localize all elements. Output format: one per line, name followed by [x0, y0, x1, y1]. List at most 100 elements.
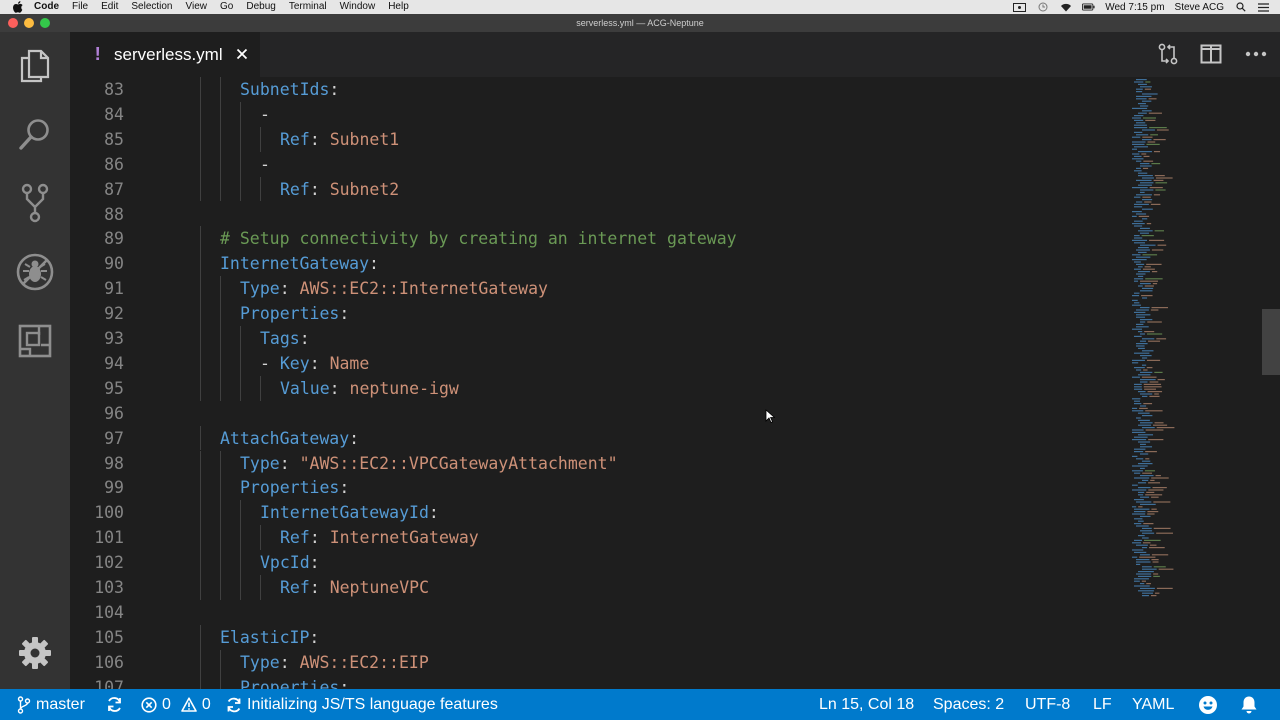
code-line[interactable]: 87 Ref: Subnet2 [70, 177, 1130, 202]
code-line[interactable]: 99 Properties: [70, 475, 1130, 500]
minimap-line [1149, 547, 1165, 549]
minimap-line [1136, 343, 1148, 345]
menu-file[interactable]: File [72, 0, 88, 14]
search-icon[interactable] [13, 112, 57, 156]
code-line[interactable]: 100 InternetGatewayId: [70, 500, 1130, 525]
notification-center-icon[interactable] [1257, 2, 1270, 12]
code-line[interactable]: 93 Tags: [70, 326, 1130, 351]
code-line[interactable]: 105 ElasticIP: [70, 625, 1130, 650]
code-line[interactable]: 106 Type: AWS::EC2::EIP [70, 650, 1130, 675]
minimap-line [1134, 203, 1149, 205]
minimap-line [1134, 81, 1144, 83]
scrollbar-thumb[interactable] [1262, 309, 1280, 375]
menu-selection[interactable]: Selection [131, 0, 172, 14]
close-icon[interactable] [234, 46, 250, 62]
code-line[interactable]: 95 Value: neptune-igw [70, 376, 1130, 401]
language-service-status[interactable]: Initializing JS/TS language features [226, 689, 498, 720]
zoom-window-icon[interactable] [40, 18, 50, 28]
minimap-line [1140, 227, 1150, 229]
code-line[interactable]: 107 Properties: [70, 675, 1130, 689]
minimap-line [1157, 379, 1165, 381]
tab-serverless-yml[interactable]: ! serverless.yml [70, 32, 260, 77]
settings-gear-icon[interactable] [13, 631, 57, 675]
code-line[interactable]: 83 SubnetIds: [70, 77, 1130, 102]
minimap-line [1134, 278, 1144, 280]
code-line[interactable]: 89 # Setup connectivity by creating an in… [70, 226, 1130, 251]
menu-window[interactable]: Window [340, 0, 376, 14]
code-editor[interactable]: 83 SubnetIds: 84 - 85 Ref: Subnet1 86 - 87 Ref: S… [70, 77, 1280, 689]
end-of-line[interactable]: LF [1093, 689, 1112, 720]
minimap-line [1142, 268, 1155, 270]
spotlight-search-icon[interactable] [1234, 2, 1247, 12]
more-actions-icon[interactable] [1242, 40, 1270, 68]
code-line[interactable]: 88 [70, 202, 1130, 227]
menu-help[interactable]: Help [388, 0, 409, 14]
code-line[interactable]: 90 InternetGateway: [70, 251, 1130, 276]
menu-debug[interactable]: Debug [246, 0, 275, 14]
indentation[interactable]: Spaces: 2 [933, 689, 1004, 720]
file-encoding[interactable]: UTF-8 [1025, 689, 1070, 720]
cursor-position[interactable]: Ln 15, Col 18 [819, 689, 914, 720]
minimap-line [1134, 383, 1142, 385]
code-token: : [369, 254, 379, 274]
menu-view[interactable]: View [186, 0, 208, 14]
minimap-line [1151, 249, 1164, 251]
menubar-clock[interactable]: Wed 7:15 pm [1105, 2, 1164, 13]
code-line[interactable]: 94 - Key: Name [70, 351, 1130, 376]
minimap-line [1136, 563, 1141, 565]
branch-indicator[interactable]: master [17, 689, 85, 720]
code-line[interactable]: 97 AttachGateway: [70, 426, 1130, 451]
code-line[interactable]: 102 VpcId: [70, 550, 1130, 575]
problems-indicator[interactable]: 0 0 [141, 689, 211, 720]
files-icon[interactable] [13, 44, 57, 88]
close-window-icon[interactable] [8, 18, 18, 28]
extensions-icon[interactable] [13, 319, 57, 363]
code-line[interactable]: 91 Type: AWS::EC2::InternetGateway [70, 276, 1130, 301]
wifi-icon[interactable] [1059, 3, 1072, 12]
minimap-line [1151, 496, 1159, 498]
minimap-line [1140, 446, 1153, 448]
minimap-line [1146, 143, 1160, 145]
battery-icon[interactable] [1082, 3, 1095, 12]
sync-icon[interactable] [106, 689, 128, 720]
minimap-line [1157, 244, 1167, 246]
minimap[interactable] [1130, 77, 1260, 689]
source-control-icon[interactable] [13, 181, 57, 225]
time-machine-icon[interactable] [1036, 2, 1049, 12]
code-line[interactable]: 92 Properties: [70, 301, 1130, 326]
line-number: 103 [94, 578, 124, 597]
minimap-line [1151, 554, 1169, 556]
menu-terminal[interactable]: Terminal [289, 0, 327, 14]
debug-icon[interactable] [13, 250, 57, 294]
apple-menu-icon[interactable] [12, 1, 24, 13]
editor-scrollbar[interactable] [1260, 77, 1280, 689]
code-line[interactable]: 103 Ref: NeptuneVPC [70, 575, 1130, 600]
open-changes-icon[interactable] [1154, 40, 1182, 68]
warning-count: 0 [201, 695, 211, 713]
code-token: NeptuneVPC [329, 578, 430, 597]
code-line[interactable]: 101 Ref: InternetGateway [70, 525, 1130, 550]
menu-app-name[interactable]: Code [34, 0, 59, 14]
code-token: AttachGateway [220, 428, 350, 448]
menu-go[interactable]: Go [220, 0, 233, 14]
code-line[interactable]: 86 - [70, 152, 1130, 177]
line-number: 87 [104, 179, 124, 199]
code-token: Name [329, 353, 370, 373]
menu-edit[interactable]: Edit [101, 0, 118, 14]
screen-mirror-icon[interactable] [1013, 2, 1027, 12]
minimap-line [1147, 391, 1163, 393]
code-token: Subnet2 [329, 179, 400, 199]
line-number: 104 [94, 602, 124, 622]
code-line[interactable]: 104 [70, 600, 1130, 625]
code-line[interactable]: 96 [70, 401, 1130, 426]
menubar-user[interactable]: Steve ACG [1175, 2, 1224, 13]
minimize-window-icon[interactable] [24, 18, 34, 28]
code-line[interactable]: 98 Type: "AWS::EC2::VPCGatewayAttachment" [70, 451, 1130, 476]
language-mode[interactable]: YAML [1132, 689, 1174, 720]
feedback-smiley-icon[interactable] [1198, 689, 1223, 720]
code-line[interactable]: 84 - [70, 102, 1130, 127]
split-editor-icon[interactable] [1197, 40, 1225, 68]
code-line[interactable]: 85 Ref: Subnet1 [70, 127, 1130, 152]
notifications-bell-icon[interactable] [1240, 689, 1263, 720]
minimap-line [1138, 506, 1143, 508]
